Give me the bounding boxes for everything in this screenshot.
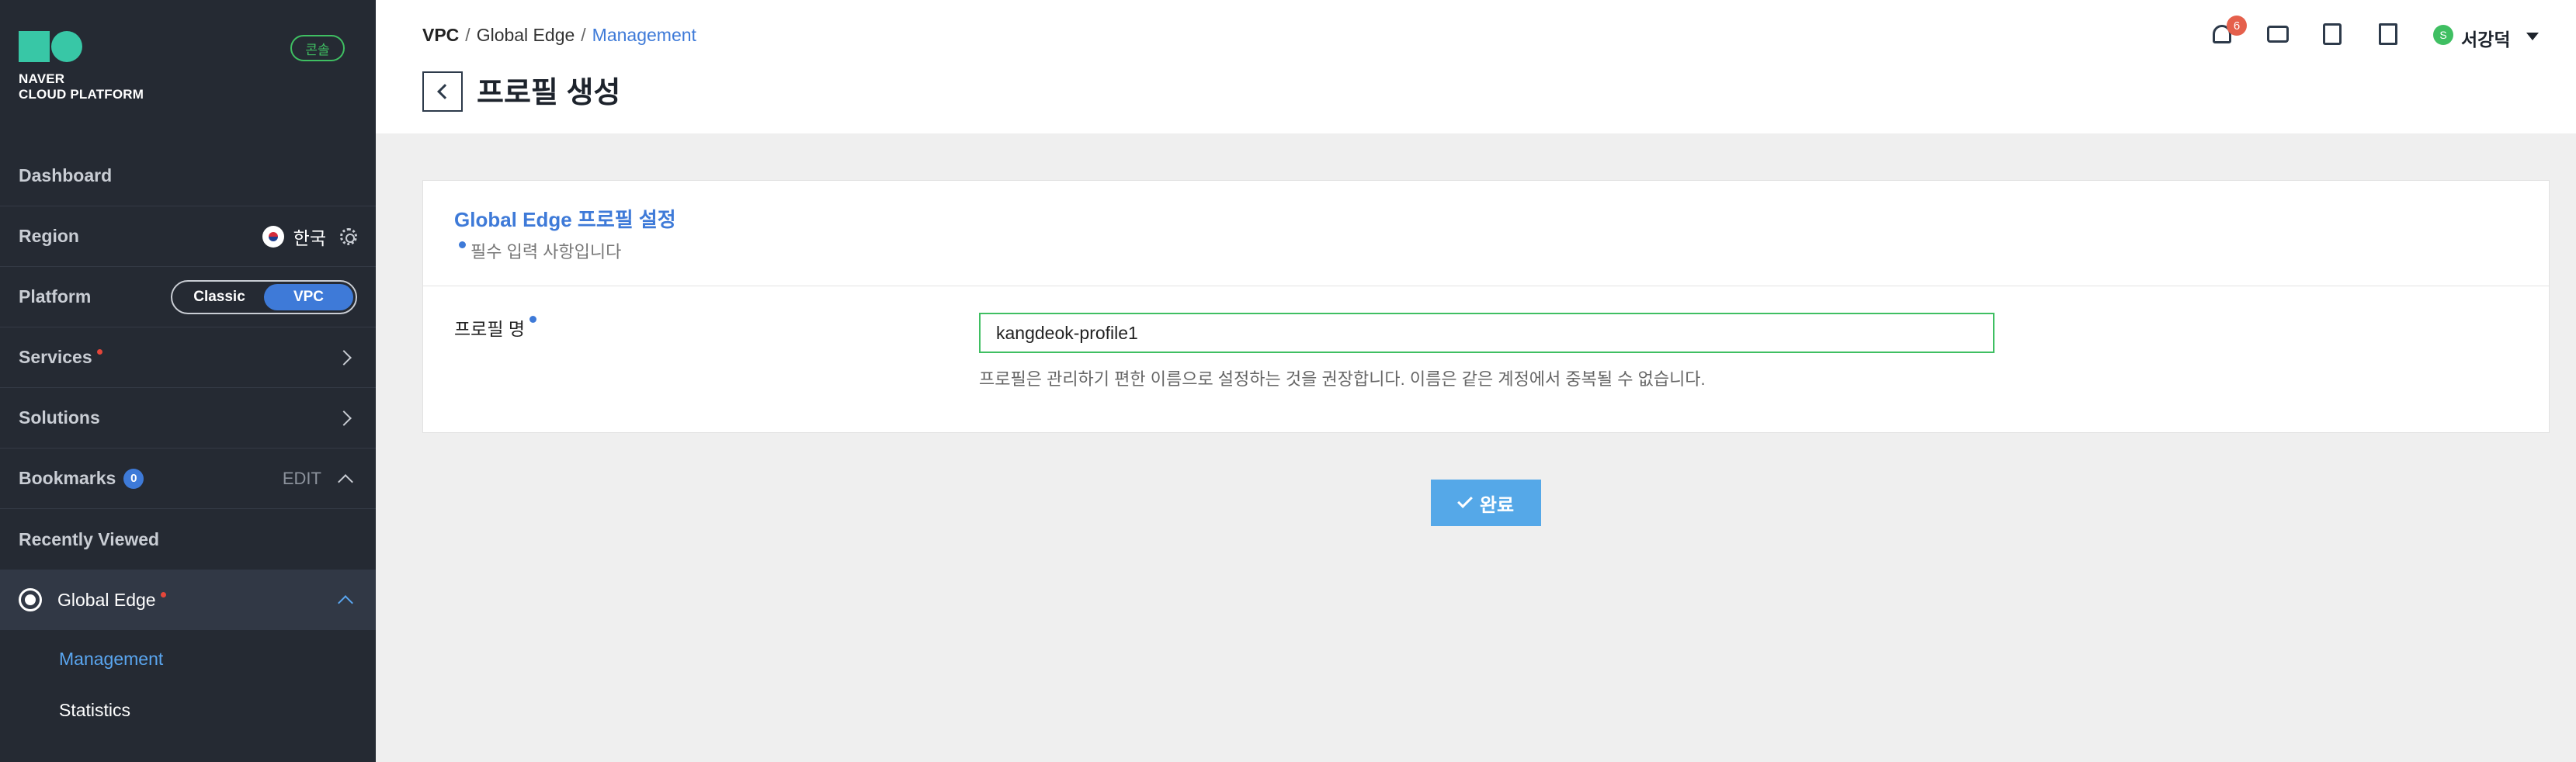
new-indicator-dot [96, 349, 102, 355]
profile-settings-panel: Global Edge 프로필 설정 필수 입력 사항입니다 프로필 명 프로필… [422, 180, 2550, 433]
brand-line-1: NAVER [19, 71, 65, 86]
bookmarks-edit-button[interactable]: EDIT [283, 469, 321, 489]
complete-button[interactable]: 완료 [1431, 480, 1541, 526]
chevron-right-icon [336, 349, 352, 365]
chevron-up-icon[interactable] [338, 595, 353, 611]
required-note-text: 필수 입력 사항입니다 [470, 242, 622, 262]
platform-option-classic[interactable]: Classic [175, 284, 264, 310]
user-avatar[interactable]: S [2433, 25, 2453, 45]
korea-flag-icon [262, 225, 284, 248]
bookmarks-count-badge: 0 [123, 468, 144, 489]
new-indicator-dot [160, 591, 166, 597]
section-title: Global Edge 프로필 설정 [454, 208, 676, 231]
book-icon[interactable] [2379, 23, 2397, 45]
chevron-left-icon [437, 84, 453, 99]
chevron-up-icon[interactable] [338, 473, 353, 490]
profile-name-helper-text: 프로필은 관리하기 편한 이름으로 설정하는 것을 권장합니다. 이름은 같은 … [979, 369, 1706, 389]
complete-button-label: 완료 [1479, 494, 1515, 516]
caret-down-icon[interactable] [2526, 33, 2539, 40]
breadcrumb: VPC / Global Edge / Management [422, 25, 696, 46]
global-edge-label: Global Edge [57, 589, 156, 610]
page-title: 프로필 생성 [477, 77, 621, 109]
chevron-right-icon [336, 410, 352, 426]
notification-count-badge: 6 [2227, 16, 2247, 36]
sidebar-item-global-edge[interactable]: Global Edge [0, 570, 376, 630]
region-value[interactable]: 한국 [293, 223, 326, 250]
platform-option-vpc[interactable]: VPC [264, 283, 353, 310]
sidebar-item-platform: Platform Classic VPC [0, 267, 376, 327]
sidebar-item-recently-viewed: Recently Viewed [0, 509, 376, 570]
sidebar-item-bookmarks[interactable]: Bookmarks 0 EDIT [0, 449, 376, 509]
breadcrumb-vpc[interactable]: VPC [422, 25, 459, 46]
user-name[interactable]: 서강덕 [2461, 25, 2510, 51]
chat-icon[interactable] [2267, 26, 2289, 43]
logo-mark-icon [19, 31, 144, 62]
breadcrumb-separator: / [581, 25, 586, 45]
profile-name-input[interactable] [979, 313, 1994, 353]
brand-line-2: CLOUD PLATFORM [19, 87, 144, 102]
breadcrumb-separator: / [465, 25, 470, 45]
profile-name-label: 프로필 명 [454, 314, 541, 341]
profile-name-label-text: 프로필 명 [454, 319, 526, 339]
bookmarks-label: Bookmarks [19, 468, 116, 488]
region-label: Region [19, 226, 79, 246]
sidebar-item-solutions[interactable]: Solutions [0, 388, 376, 449]
back-button[interactable] [422, 71, 463, 112]
dashboard-label: Dashboard [19, 165, 113, 185]
naver-cloud-logo[interactable]: NAVER CLOUD PLATFORM [19, 31, 144, 102]
sidebar-item-services[interactable]: Services [0, 327, 376, 388]
panel-header: Global Edge 프로필 설정 필수 입력 사항입니다 [423, 181, 2549, 286]
required-dot-icon [529, 316, 537, 323]
breadcrumb-global-edge[interactable]: Global Edge [477, 25, 575, 46]
check-icon [1457, 493, 1473, 508]
console-badge[interactable]: 콘솔 [290, 35, 345, 61]
required-dot-icon [459, 241, 466, 248]
memo-icon[interactable] [2323, 23, 2342, 45]
sidebar: NAVER CLOUD PLATFORM 콘솔 Dashboard Region… [0, 0, 376, 762]
sidebar-subitem-statistics[interactable]: Statistics [59, 700, 130, 721]
required-note: 필수 입력 사항입니다 [459, 238, 621, 263]
sidebar-subitem-management[interactable]: Management [59, 649, 163, 670]
solutions-label: Solutions [19, 407, 100, 428]
platform-label: Platform [19, 286, 92, 307]
gear-icon[interactable] [340, 227, 357, 245]
services-label: Services [19, 347, 92, 367]
sidebar-item-region: Region 한국 [0, 206, 376, 267]
recently-viewed-label: Recently Viewed [19, 528, 160, 549]
page-header: VPC / Global Edge / Management 프로필 생성 6 … [376, 0, 2576, 133]
sidebar-item-dashboard[interactable]: Dashboard [0, 146, 376, 206]
global-edge-icon [19, 588, 42, 611]
platform-toggle[interactable]: Classic VPC [171, 279, 357, 314]
breadcrumb-management[interactable]: Management [592, 25, 696, 46]
